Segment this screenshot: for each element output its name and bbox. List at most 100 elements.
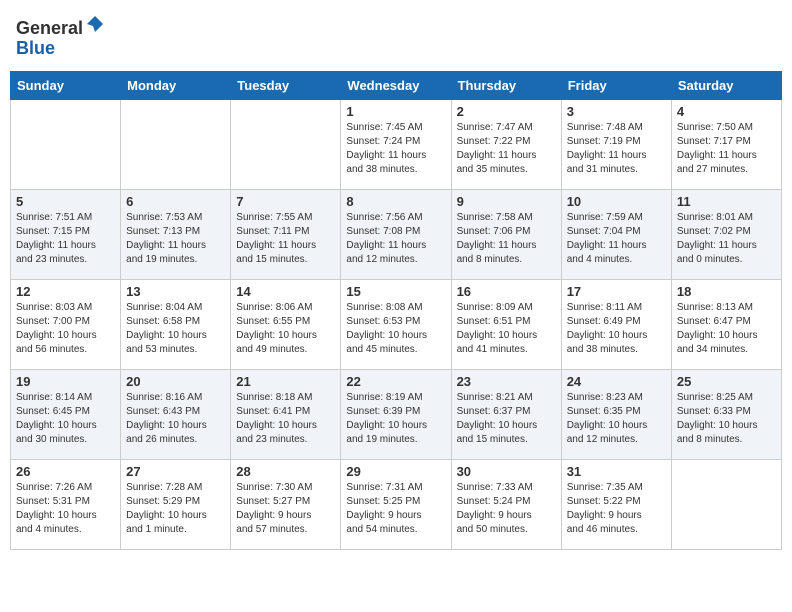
- day-info: Sunrise: 8:16 AM Sunset: 6:43 PM Dayligh…: [126, 391, 225, 447]
- calendar-cell: 2 Sunrise: 7:47 AM Sunset: 7:22 PM Daylig…: [451, 99, 561, 189]
- calendar-header-row: SundayMondayTuesdayWednesdayThursdayFrid…: [11, 71, 782, 99]
- day-number: 4: [677, 104, 776, 119]
- day-number: 14: [236, 284, 335, 299]
- calendar-cell: 20 Sunrise: 8:16 AM Sunset: 6:43 PM Dayli…: [121, 369, 231, 459]
- calendar-cell: [11, 99, 121, 189]
- day-number: 13: [126, 284, 225, 299]
- calendar-cell: 12Sunrise: 8:03 AM Sunset: 7:00 PM Dayli…: [11, 279, 121, 369]
- day-number: 22: [346, 374, 445, 389]
- calendar-cell: 27 Sunrise: 7:28 AM Sunset: 5:29 PM Dayli…: [121, 459, 231, 549]
- day-info: Sunrise: 7:33 AM Sunset: 5:24 PM Dayligh…: [457, 481, 556, 537]
- calendar-cell: 22 Sunrise: 8:19 AM Sunset: 6:39 PM Dayli…: [341, 369, 451, 459]
- calendar-cell: 11 Sunrise: 8:01 AM Sunset: 7:02 PM Dayli…: [671, 189, 781, 279]
- day-info: Sunrise: 8:11 AM Sunset: 6:49 PM Dayligh…: [567, 301, 666, 357]
- col-header-saturday: Saturday: [671, 71, 781, 99]
- day-number: 11: [677, 194, 776, 209]
- calendar-cell: 21Sunrise: 8:18 AM Sunset: 6:41 PM Dayli…: [231, 369, 341, 459]
- day-info: Sunrise: 7:47 AM Sunset: 7:22 PM Dayligh…: [457, 121, 556, 177]
- day-number: 3: [567, 104, 666, 119]
- day-info: Sunrise: 7:59 AM Sunset: 7:04 PM Dayligh…: [567, 211, 666, 267]
- day-number: 29: [346, 464, 445, 479]
- calendar-cell: 6 Sunrise: 7:53 AM Sunset: 7:13 PM Daylig…: [121, 189, 231, 279]
- day-info: Sunrise: 7:50 AM Sunset: 7:17 PM Dayligh…: [677, 121, 776, 177]
- day-info: Sunrise: 8:18 AM Sunset: 6:41 PM Dayligh…: [236, 391, 335, 447]
- day-number: 17: [567, 284, 666, 299]
- day-number: 15: [346, 284, 445, 299]
- calendar-week-row: 1 Sunrise: 7:45 AM Sunset: 7:24 PM Daylig…: [11, 99, 782, 189]
- day-number: 20: [126, 374, 225, 389]
- day-info: Sunrise: 7:31 AM Sunset: 5:25 PM Dayligh…: [346, 481, 445, 537]
- day-number: 28: [236, 464, 335, 479]
- day-number: 30: [457, 464, 556, 479]
- calendar-cell: 30 Sunrise: 7:33 AM Sunset: 5:24 PM Dayli…: [451, 459, 561, 549]
- calendar-cell: 3 Sunrise: 7:48 AM Sunset: 7:19 PM Daylig…: [561, 99, 671, 189]
- day-number: 1: [346, 104, 445, 119]
- col-header-wednesday: Wednesday: [341, 71, 451, 99]
- day-number: 2: [457, 104, 556, 119]
- col-header-friday: Friday: [561, 71, 671, 99]
- calendar-cell: 8Sunrise: 7:56 AM Sunset: 7:08 PM Daylig…: [341, 189, 451, 279]
- calendar-cell: 10 Sunrise: 7:59 AM Sunset: 7:04 PM Dayli…: [561, 189, 671, 279]
- day-info: Sunrise: 8:13 AM Sunset: 6:47 PM Dayligh…: [677, 301, 776, 357]
- day-number: 7: [236, 194, 335, 209]
- calendar-table: SundayMondayTuesdayWednesdayThursdayFrid…: [10, 71, 782, 550]
- day-info: Sunrise: 8:06 AM Sunset: 6:55 PM Dayligh…: [236, 301, 335, 357]
- day-info: Sunrise: 7:58 AM Sunset: 7:06 PM Dayligh…: [457, 211, 556, 267]
- day-number: 26: [16, 464, 115, 479]
- calendar-cell: 23 Sunrise: 8:21 AM Sunset: 6:37 PM Dayli…: [451, 369, 561, 459]
- day-info: Sunrise: 7:30 AM Sunset: 5:27 PM Dayligh…: [236, 481, 335, 537]
- day-info: Sunrise: 7:26 AM Sunset: 5:31 PM Dayligh…: [16, 481, 115, 537]
- day-number: 25: [677, 374, 776, 389]
- day-number: 6: [126, 194, 225, 209]
- calendar-cell: 5 Sunrise: 7:51 AM Sunset: 7:15 PM Daylig…: [11, 189, 121, 279]
- day-number: 12: [16, 284, 115, 299]
- day-info: Sunrise: 7:55 AM Sunset: 7:11 PM Dayligh…: [236, 211, 335, 267]
- day-number: 10: [567, 194, 666, 209]
- calendar-cell: 15 Sunrise: 8:08 AM Sunset: 6:53 PM Dayli…: [341, 279, 451, 369]
- calendar-cell: 19Sunrise: 8:14 AM Sunset: 6:45 PM Dayli…: [11, 369, 121, 459]
- day-info: Sunrise: 8:23 AM Sunset: 6:35 PM Dayligh…: [567, 391, 666, 447]
- day-info: Sunrise: 8:08 AM Sunset: 6:53 PM Dayligh…: [346, 301, 445, 357]
- day-info: Sunrise: 8:19 AM Sunset: 6:39 PM Dayligh…: [346, 391, 445, 447]
- day-info: Sunrise: 7:53 AM Sunset: 7:13 PM Dayligh…: [126, 211, 225, 267]
- day-number: 23: [457, 374, 556, 389]
- day-info: Sunrise: 7:28 AM Sunset: 5:29 PM Dayligh…: [126, 481, 225, 537]
- day-number: 9: [457, 194, 556, 209]
- calendar-cell: 17 Sunrise: 8:11 AM Sunset: 6:49 PM Dayli…: [561, 279, 671, 369]
- calendar-cell: 1 Sunrise: 7:45 AM Sunset: 7:24 PM Daylig…: [341, 99, 451, 189]
- calendar-cell: 16Sunrise: 8:09 AM Sunset: 6:51 PM Dayli…: [451, 279, 561, 369]
- day-number: 27: [126, 464, 225, 479]
- day-info: Sunrise: 8:09 AM Sunset: 6:51 PM Dayligh…: [457, 301, 556, 357]
- day-number: 5: [16, 194, 115, 209]
- logo-blue: Blue: [16, 38, 55, 58]
- day-info: Sunrise: 7:56 AM Sunset: 7:08 PM Dayligh…: [346, 211, 445, 267]
- calendar-cell: 28 Sunrise: 7:30 AM Sunset: 5:27 PM Dayli…: [231, 459, 341, 549]
- day-info: Sunrise: 8:25 AM Sunset: 6:33 PM Dayligh…: [677, 391, 776, 447]
- calendar-cell: [231, 99, 341, 189]
- calendar-cell: 13 Sunrise: 8:04 AM Sunset: 6:58 PM Dayli…: [121, 279, 231, 369]
- calendar-cell: 29 Sunrise: 7:31 AM Sunset: 5:25 PM Dayli…: [341, 459, 451, 549]
- calendar-cell: 24 Sunrise: 8:23 AM Sunset: 6:35 PM Dayli…: [561, 369, 671, 459]
- calendar-week-row: 12Sunrise: 8:03 AM Sunset: 7:00 PM Dayli…: [11, 279, 782, 369]
- calendar-week-row: 5 Sunrise: 7:51 AM Sunset: 7:15 PM Daylig…: [11, 189, 782, 279]
- calendar-cell: 9 Sunrise: 7:58 AM Sunset: 7:06 PM Daylig…: [451, 189, 561, 279]
- day-info: Sunrise: 7:51 AM Sunset: 7:15 PM Dayligh…: [16, 211, 115, 267]
- calendar-cell: 14 Sunrise: 8:06 AM Sunset: 6:55 PM Dayli…: [231, 279, 341, 369]
- logo-icon: [85, 14, 105, 34]
- logo: General Blue: [16, 14, 105, 59]
- day-info: Sunrise: 8:01 AM Sunset: 7:02 PM Dayligh…: [677, 211, 776, 267]
- day-number: 31: [567, 464, 666, 479]
- calendar-cell: 18Sunrise: 8:13 AM Sunset: 6:47 PM Dayli…: [671, 279, 781, 369]
- logo-general: General: [16, 18, 83, 38]
- day-number: 24: [567, 374, 666, 389]
- day-info: Sunrise: 7:48 AM Sunset: 7:19 PM Dayligh…: [567, 121, 666, 177]
- calendar-cell: 31 Sunrise: 7:35 AM Sunset: 5:22 PM Dayli…: [561, 459, 671, 549]
- day-info: Sunrise: 7:35 AM Sunset: 5:22 PM Dayligh…: [567, 481, 666, 537]
- day-info: Sunrise: 8:21 AM Sunset: 6:37 PM Dayligh…: [457, 391, 556, 447]
- day-number: 19: [16, 374, 115, 389]
- col-header-tuesday: Tuesday: [231, 71, 341, 99]
- day-info: Sunrise: 8:04 AM Sunset: 6:58 PM Dayligh…: [126, 301, 225, 357]
- calendar-week-row: 26 Sunrise: 7:26 AM Sunset: 5:31 PM Dayli…: [11, 459, 782, 549]
- col-header-thursday: Thursday: [451, 71, 561, 99]
- day-info: Sunrise: 7:45 AM Sunset: 7:24 PM Dayligh…: [346, 121, 445, 177]
